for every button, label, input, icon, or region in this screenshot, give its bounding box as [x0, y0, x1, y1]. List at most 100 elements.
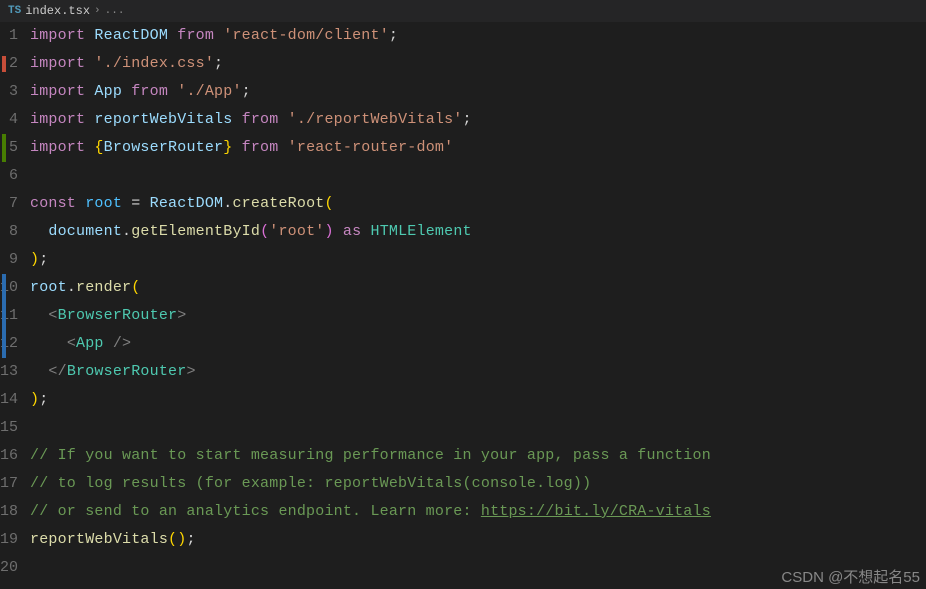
code-token — [361, 223, 370, 240]
code-token: App — [76, 335, 104, 352]
gutter-decoration — [2, 274, 6, 358]
line-number: 1 — [0, 22, 18, 50]
code-token — [232, 139, 241, 156]
code-token — [30, 363, 48, 380]
code-line[interactable]: import App from './App'; — [30, 78, 926, 106]
code-token: import — [30, 111, 85, 128]
code-token: root — [85, 195, 122, 212]
code-token: from — [177, 27, 214, 44]
code-line[interactable]: <App /> — [30, 330, 926, 358]
gutter-decoration — [2, 56, 6, 73]
watermark: CSDN @不想起名55 — [781, 566, 920, 587]
code-token: ( — [324, 195, 333, 212]
code-token: ReactDOM — [150, 195, 224, 212]
code-line[interactable]: import {BrowserRouter} from 'react-route… — [30, 134, 926, 162]
code-token: ; — [39, 251, 48, 268]
code-token: import — [30, 83, 85, 100]
code-token: BrowserRouter — [67, 363, 187, 380]
code-token: 'root' — [269, 223, 324, 240]
code-token — [122, 195, 131, 212]
code-token: from — [242, 139, 279, 156]
code-token: import — [30, 55, 85, 72]
code-token: < — [48, 307, 57, 324]
code-line[interactable]: root.render( — [30, 274, 926, 302]
code-token: getElementById — [131, 223, 260, 240]
code-token — [168, 83, 177, 100]
code-token: ( — [260, 223, 269, 240]
code-token: ( — [131, 279, 140, 296]
code-token: ; — [389, 27, 398, 44]
code-token: ; — [463, 111, 472, 128]
code-token: './App' — [177, 83, 241, 100]
code-token: as — [343, 223, 361, 240]
code-token: reportWebVitals — [30, 531, 168, 548]
gutter-decoration — [2, 134, 6, 162]
typescript-icon: TS — [8, 5, 21, 17]
code-line[interactable]: ); — [30, 246, 926, 274]
code-line[interactable] — [30, 414, 926, 442]
code-token: . — [67, 279, 76, 296]
line-number: 7 — [0, 190, 18, 218]
code-token: './index.css' — [94, 55, 214, 72]
code-line[interactable]: reportWebVitals(); — [30, 526, 926, 554]
code-token: // If you want to start measuring perfor… — [30, 447, 711, 464]
code-token: ; — [214, 55, 223, 72]
line-number: 6 — [0, 162, 18, 190]
code-token: from — [131, 83, 168, 100]
code-line[interactable]: <BrowserRouter> — [30, 302, 926, 330]
code-token — [278, 111, 287, 128]
code-line[interactable]: // or send to an analytics endpoint. Lea… — [30, 498, 926, 526]
code-token: ReactDOM — [94, 27, 168, 44]
line-number: 19 — [0, 526, 18, 554]
code-token: 'react-router-dom' — [288, 139, 454, 156]
code-line[interactable]: // to log results (for example: reportWe… — [30, 470, 926, 498]
breadcrumb-rest: ... — [105, 5, 125, 17]
code-token — [30, 335, 67, 352]
code-token: ) — [324, 223, 333, 240]
code-token: > — [177, 307, 186, 324]
code-line[interactable]: const root = ReactDOM.createRoot( — [30, 190, 926, 218]
code-token: ; — [39, 391, 48, 408]
code-token: /> — [113, 335, 131, 352]
line-number: 20 — [0, 554, 18, 582]
code-token — [122, 83, 131, 100]
code-token: { — [94, 139, 103, 156]
code-token: ) — [30, 391, 39, 408]
code-token — [168, 27, 177, 44]
code-line[interactable]: document.getElementById('root') as HTMLE… — [30, 218, 926, 246]
code-line[interactable]: </BrowserRouter> — [30, 358, 926, 386]
line-number: 4 — [0, 106, 18, 134]
code-line[interactable]: import reportWebVitals from './reportWeb… — [30, 106, 926, 134]
file-name: index.tsx — [25, 4, 90, 18]
code-token — [334, 223, 343, 240]
code-line[interactable]: ); — [30, 386, 926, 414]
code-token — [140, 195, 149, 212]
code-line[interactable]: import './index.css'; — [30, 50, 926, 78]
code-line[interactable] — [30, 162, 926, 190]
code-token — [30, 223, 48, 240]
code-token: reportWebVitals — [94, 111, 232, 128]
code-token — [30, 307, 48, 324]
code-token: render — [76, 279, 131, 296]
code-token — [232, 111, 241, 128]
code-token: import — [30, 139, 85, 156]
code-token: HTMLElement — [371, 223, 472, 240]
code-editor[interactable]: 1234567891011121314151617181920 import R… — [0, 22, 926, 589]
code-token: root — [30, 279, 67, 296]
code-line[interactable]: // If you want to start measuring perfor… — [30, 442, 926, 470]
line-number: 9 — [0, 246, 18, 274]
code-token: from — [242, 111, 279, 128]
code-token: const — [30, 195, 76, 212]
breadcrumb-separator: › — [94, 5, 101, 17]
code-token — [214, 27, 223, 44]
code-line[interactable]: import ReactDOM from 'react-dom/client'; — [30, 22, 926, 50]
file-tab[interactable]: TS index.tsx › ... — [0, 0, 132, 22]
code-area[interactable]: import ReactDOM from 'react-dom/client';… — [30, 22, 926, 589]
code-token: https://bit.ly/CRA-vitals — [481, 503, 711, 520]
code-token: ( — [168, 531, 177, 548]
line-number: 16 — [0, 442, 18, 470]
code-token: ; — [186, 531, 195, 548]
line-gutter: 1234567891011121314151617181920 — [0, 22, 30, 589]
line-number: 13 — [0, 358, 18, 386]
line-number: 18 — [0, 498, 18, 526]
